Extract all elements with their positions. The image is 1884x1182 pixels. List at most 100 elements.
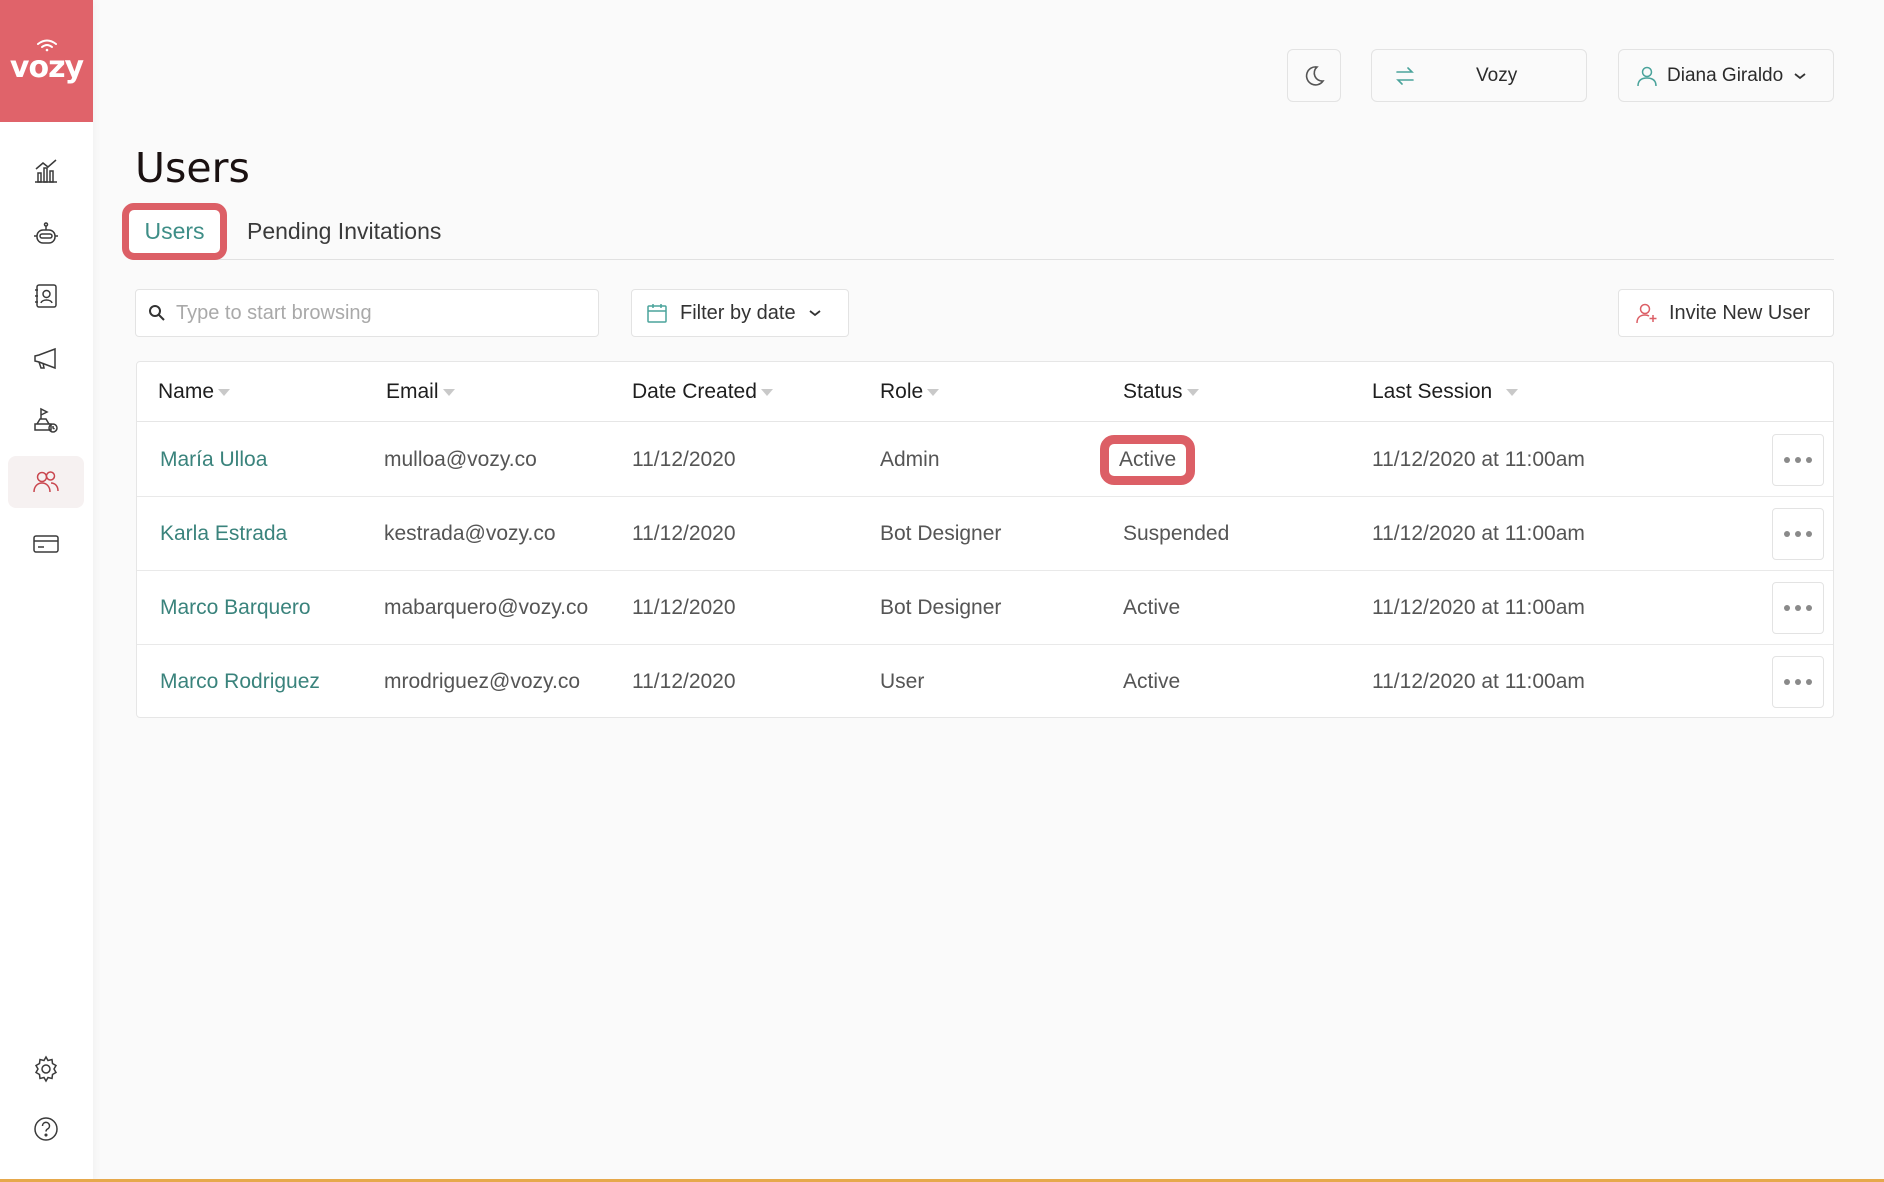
search-icon [149, 305, 165, 321]
user-icon [1637, 66, 1657, 86]
scheduled-calls-icon [34, 407, 58, 433]
sidebar-item-settings[interactable] [8, 1043, 84, 1095]
add-user-icon [1636, 303, 1657, 324]
dot [1795, 531, 1801, 537]
dot [1806, 457, 1812, 463]
dot [1806, 531, 1812, 537]
user-role: User [880, 670, 925, 693]
sidebar-item-users[interactable] [8, 456, 84, 508]
dot [1795, 679, 1801, 685]
theme-toggle-button[interactable] [1287, 49, 1341, 102]
column-label: Status [1123, 380, 1183, 403]
table-row: Marco Barquero mabarquero@vozy.co 11/12/… [137, 571, 1833, 645]
last-session: 11/12/2020 at 11:00am [1372, 670, 1585, 693]
last-session: 11/12/2020 at 11:00am [1372, 596, 1585, 619]
status-badge: Active [1100, 435, 1196, 485]
megaphone-icon [34, 347, 56, 370]
filter-label: Filter by date [680, 301, 796, 324]
date-created: 11/12/2020 [632, 596, 736, 619]
sidebar-item-scheduled-calls[interactable] [8, 394, 84, 446]
user-name-link[interactable]: Karla Estrada [160, 497, 287, 571]
calendar-icon [647, 304, 667, 323]
user-role: Admin [880, 448, 940, 471]
table-row: Marco Rodriguez mrodriguez@vozy.co 11/12… [137, 645, 1833, 719]
user-menu-button[interactable]: Diana Giraldo [1618, 49, 1834, 102]
user-name-link[interactable]: Marco Barquero [160, 571, 311, 645]
user-role: Bot Designer [880, 522, 1002, 545]
column-header-role[interactable]: Role [880, 362, 940, 422]
invite-new-user-button[interactable]: Invite New User [1618, 289, 1834, 337]
column-header-last-session[interactable]: Last Session [1372, 362, 1519, 422]
sidebar-item-campaigns[interactable] [8, 332, 84, 384]
filter-by-date-button[interactable]: Filter by date [631, 289, 849, 337]
sort-arrow-icon [442, 388, 455, 396]
sidebar-item-help[interactable] [8, 1103, 84, 1155]
column-header-date-created[interactable]: Date Created [632, 362, 773, 422]
gear-icon [34, 1055, 58, 1083]
tabs: Users Pending Invitations [122, 203, 1834, 260]
column-label: Date Created [632, 380, 757, 403]
page-title: Users [135, 144, 250, 192]
user-email: mrodriguez@vozy.co [384, 670, 580, 693]
dot [1784, 531, 1790, 537]
user-status: Active [1123, 670, 1181, 693]
row-actions-button[interactable] [1772, 508, 1824, 560]
billing-icon [33, 535, 59, 553]
dot [1784, 679, 1790, 685]
sort-arrow-icon [1186, 388, 1199, 396]
search-box [135, 289, 599, 337]
user-name-link[interactable]: Marco Rodriguez [160, 645, 320, 719]
row-actions-button[interactable] [1772, 656, 1824, 708]
help-icon [34, 1117, 58, 1141]
row-actions-button[interactable] [1772, 582, 1824, 634]
analytics-icon [35, 159, 57, 183]
sidebar: vozy [0, 0, 93, 1182]
column-label: Name [158, 380, 215, 403]
user-status: Suspended [1123, 522, 1230, 545]
row-actions-button[interactable] [1772, 434, 1824, 486]
user-role: Bot Designer [880, 596, 1002, 619]
dot [1806, 605, 1812, 611]
sidebar-item-billing[interactable] [8, 518, 84, 570]
chevron-down-icon [809, 310, 821, 317]
bot-icon [34, 222, 58, 244]
column-label: Role [880, 380, 924, 403]
tab-users[interactable]: Users [122, 203, 227, 260]
column-header-name[interactable]: Name [158, 362, 231, 422]
dot [1784, 605, 1790, 611]
user-name-link[interactable]: María Ulloa [160, 423, 267, 497]
moon-icon [1305, 65, 1325, 86]
user-status: Active [1123, 596, 1181, 619]
sidebar-item-contacts[interactable] [8, 270, 84, 322]
contacts-icon [35, 284, 57, 308]
user-status: Active [1100, 423, 1196, 497]
column-header-status[interactable]: Status [1123, 362, 1199, 422]
column-label: Email [386, 380, 439, 403]
user-email: mabarquero@vozy.co [384, 596, 589, 619]
swap-icon [1396, 66, 1414, 85]
sidebar-item-analytics[interactable] [8, 145, 84, 197]
column-header-email[interactable]: Email [386, 362, 455, 422]
user-email: kestrada@vozy.co [384, 522, 556, 545]
dot [1784, 457, 1790, 463]
tab-pending-invitations[interactable]: Pending Invitations [247, 203, 441, 260]
dot [1795, 605, 1801, 611]
chevron-down-icon [1794, 72, 1806, 79]
dot [1806, 679, 1812, 685]
dot [1795, 457, 1801, 463]
search-input[interactable] [176, 301, 576, 325]
invite-label: Invite New User [1669, 301, 1811, 324]
last-session: 11/12/2020 at 11:00am [1372, 522, 1585, 545]
last-session: 11/12/2020 at 11:00am [1372, 448, 1585, 471]
org-switcher-button[interactable]: Vozy [1371, 49, 1587, 102]
vozy-logo[interactable]: vozy [0, 0, 93, 122]
column-label: Last Session [1372, 380, 1493, 403]
users-table: Name Email Date Created Role Status Last… [136, 361, 1834, 718]
table-row: María Ulloa mulloa@vozy.co 11/12/2020 Ad… [137, 423, 1833, 497]
date-created: 11/12/2020 [632, 670, 736, 693]
users-icon [33, 471, 59, 493]
sidebar-item-bots[interactable] [8, 208, 84, 260]
date-created: 11/12/2020 [632, 448, 736, 471]
table-header: Name Email Date Created Role Status Last… [137, 362, 1833, 422]
sort-arrow-icon [927, 388, 940, 396]
